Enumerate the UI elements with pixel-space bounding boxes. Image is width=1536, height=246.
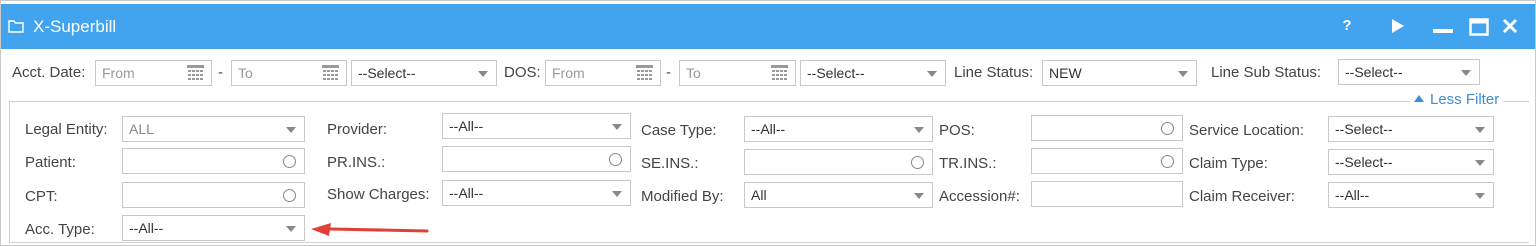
service-location-select[interactable]: --Select-- (1328, 116, 1494, 142)
dos-from-placeholder: From (552, 65, 585, 81)
chevron-down-icon (1475, 160, 1485, 166)
se-ins-input[interactable] (744, 149, 933, 175)
claim-type-value: --Select-- (1335, 154, 1393, 170)
modified-by-select[interactable]: All (744, 182, 933, 208)
claim-receiver-select[interactable]: --All-- (1328, 182, 1494, 208)
claim-receiver-label: Claim Receiver: (1189, 188, 1295, 205)
superbill-window: X-Superbill ? Acct. Date: From - To --Se… (0, 0, 1536, 246)
less-filter-link[interactable]: Less Filter (1410, 91, 1504, 108)
calendar-icon[interactable] (771, 65, 788, 81)
tr-ins-input[interactable] (1031, 148, 1183, 174)
chevron-down-icon (286, 226, 296, 232)
service-location-value: --Select-- (1335, 121, 1393, 137)
lookup-icon[interactable] (911, 156, 924, 169)
dos-label: DOS: (504, 64, 541, 81)
line-sub-status-value: --Select-- (1345, 64, 1403, 80)
acct-date-from-input[interactable]: From (95, 60, 212, 86)
case-type-select[interactable]: --All-- (744, 116, 933, 142)
claim-type-label: Claim Type: (1189, 155, 1268, 172)
patient-input[interactable] (122, 148, 305, 174)
chevron-up-icon (1414, 95, 1424, 102)
patient-label: Patient: (25, 154, 76, 171)
pr-ins-label: PR.INS.: (327, 154, 386, 171)
line-status-value: NEW (1049, 65, 1082, 81)
tr-ins-label: TR.INS.: (939, 155, 997, 172)
acct-date-to-placeholder: To (238, 65, 253, 81)
pr-ins-input[interactable] (442, 146, 631, 172)
line-sub-status-select[interactable]: --Select-- (1338, 59, 1480, 85)
calendar-icon[interactable] (187, 65, 204, 81)
chevron-down-icon (1475, 127, 1485, 133)
service-location-label: Service Location: (1189, 122, 1305, 139)
cpt-input[interactable] (122, 182, 305, 208)
date-separator: - (218, 64, 223, 81)
window-title: X-Superbill (33, 17, 117, 36)
accession-input[interactable] (1031, 181, 1183, 207)
dos-to-placeholder: To (686, 65, 701, 81)
lookup-icon[interactable] (609, 153, 622, 166)
dos-separator: - (666, 64, 671, 81)
maximize-icon[interactable] (1467, 14, 1491, 38)
help-icon[interactable]: ? (1335, 14, 1359, 38)
line-sub-status-label: Line Sub Status: (1211, 64, 1322, 81)
acct-date-from-placeholder: From (102, 65, 135, 81)
accession-label: Accession#: (939, 188, 1020, 205)
provider-label: Provider: (327, 121, 388, 138)
cpt-label: CPT: (25, 188, 58, 205)
dos-to-input[interactable]: To (679, 60, 796, 86)
provider-select[interactable]: --All-- (442, 113, 631, 139)
modified-by-value: All (751, 187, 767, 203)
claim-receiver-value: --All-- (1335, 187, 1370, 203)
se-ins-label: SE.INS.: (641, 155, 699, 172)
pos-input[interactable] (1031, 115, 1183, 141)
legal-entity-select[interactable]: ALL (122, 116, 305, 142)
legal-entity-label: Legal Entity: (25, 121, 108, 138)
show-charges-value: --All-- (449, 185, 484, 201)
dos-range-value: --Select-- (807, 65, 865, 81)
case-type-label: Case Type: (641, 122, 717, 139)
show-charges-label: Show Charges: (327, 186, 430, 203)
close-icon[interactable] (1498, 14, 1522, 38)
dos-from-input[interactable]: From (545, 60, 661, 86)
chevron-down-icon (1475, 193, 1485, 199)
chevron-down-icon (927, 71, 937, 77)
chevron-down-icon (914, 193, 924, 199)
lookup-icon[interactable] (283, 155, 296, 168)
chevron-down-icon (914, 127, 924, 133)
legal-entity-value: ALL (129, 121, 154, 137)
line-status-label: Line Status: (954, 64, 1034, 81)
acc-type-label: Acc. Type: (25, 221, 95, 238)
calendar-icon[interactable] (636, 65, 653, 81)
folder-icon (8, 20, 24, 33)
lookup-icon[interactable] (1161, 122, 1174, 135)
lookup-icon[interactable] (1161, 155, 1174, 168)
chevron-down-icon (1178, 71, 1188, 77)
chevron-down-icon (612, 124, 622, 130)
show-charges-select[interactable]: --All-- (442, 180, 631, 206)
chevron-down-icon (612, 191, 622, 197)
acct-date-to-input[interactable]: To (231, 60, 347, 86)
chevron-down-icon (478, 71, 488, 77)
acct-date-label: Acct. Date: (12, 64, 86, 81)
annotation-arrow-icon (311, 223, 429, 236)
acc-type-value: --All-- (129, 220, 164, 236)
acct-date-range-value: --Select-- (358, 65, 416, 81)
lookup-icon[interactable] (283, 189, 296, 202)
line-status-select[interactable]: NEW (1042, 60, 1197, 86)
chevron-down-icon (286, 127, 296, 133)
modified-by-label: Modified By: (641, 188, 724, 205)
pos-label: POS: (939, 122, 975, 139)
chevron-down-icon (1461, 70, 1471, 76)
provider-value: --All-- (449, 118, 484, 134)
minimize-icon[interactable] (1431, 14, 1455, 38)
less-filter-label: Less Filter (1430, 91, 1500, 108)
title-bar: X-Superbill ? (1, 4, 1535, 49)
claim-type-select[interactable]: --Select-- (1328, 149, 1494, 175)
calendar-icon[interactable] (322, 65, 339, 81)
play-icon[interactable] (1386, 14, 1410, 38)
acc-type-select[interactable]: --All-- (122, 215, 305, 241)
case-type-value: --All-- (751, 121, 786, 137)
acct-date-range-select[interactable]: --Select-- (351, 60, 497, 86)
dos-range-select[interactable]: --Select-- (800, 60, 946, 86)
